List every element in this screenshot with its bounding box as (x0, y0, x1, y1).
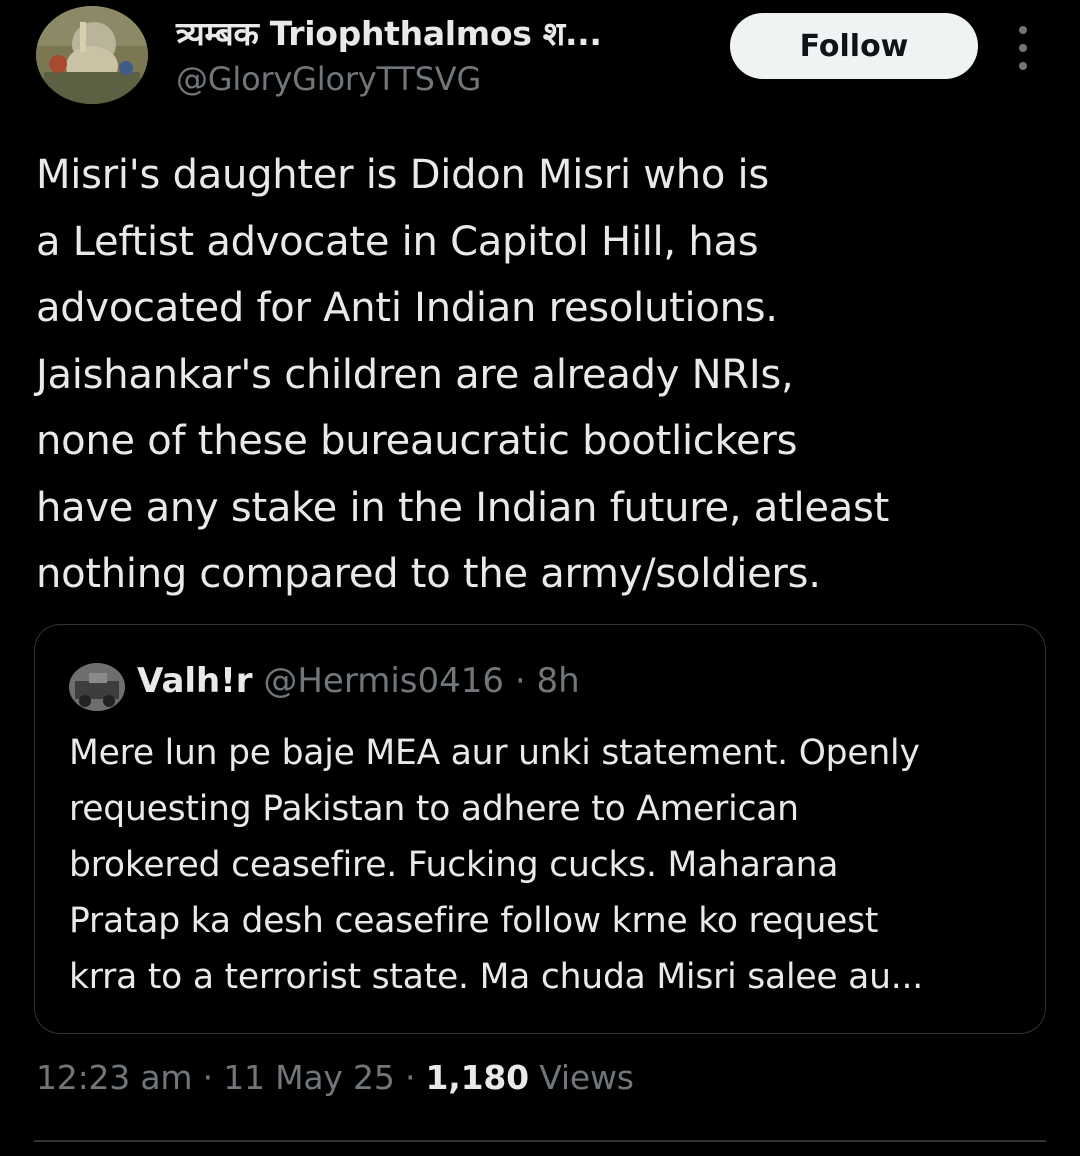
quoted-line: Pratap ka desh ceasefire follow krne ko … (69, 901, 879, 941)
author-handle[interactable]: @GloryGloryTTSVG (176, 60, 481, 98)
quoted-author-avatar (69, 663, 125, 711)
tweet-time[interactable]: 12:23 am (36, 1058, 193, 1097)
more-dot (1019, 62, 1027, 70)
more-dot (1019, 26, 1027, 34)
views-count: 1,180 (425, 1058, 530, 1097)
more-dot (1019, 44, 1027, 52)
quoted-tweet-header: Valh!r @Hermis0416 · 8h (137, 661, 580, 701)
avatar-painting-icon (36, 6, 148, 104)
tweet-header: त्र्यम्बक Triophthalmos श... @GloryGlory… (0, 0, 1080, 130)
tweet-line: Misri's daughter is Didon Misri who is (36, 152, 769, 198)
quoted-line: requesting Pakistan to adhere to America… (69, 789, 799, 829)
views-label: Views (539, 1058, 634, 1097)
meta-separator: · (202, 1058, 214, 1097)
more-vertical-icon[interactable] (1008, 26, 1038, 70)
quoted-line: brokered ceasefire. Fucking cucks. Mahar… (69, 845, 839, 885)
tweet-line: advocated for Anti Indian resolutions. (36, 285, 778, 331)
author-avatar[interactable] (36, 6, 148, 104)
tweet-line: a Leftist advocate in Capitol Hill, has (36, 218, 759, 265)
quoted-tweet-card[interactable]: Valh!r @Hermis0416 · 8h Mere lun pe baje… (34, 624, 1046, 1034)
quoted-author-name[interactable]: Valh!r (137, 661, 253, 701)
quoted-author-handle[interactable]: @Hermis0416 (263, 661, 504, 701)
quoted-timestamp[interactable]: 8h (536, 661, 579, 701)
bottom-divider (34, 1140, 1046, 1142)
tweet-line: none of these bureaucratic bootlickers (36, 418, 798, 464)
quoted-avatar-image-icon (69, 663, 125, 711)
quoted-tweet-body: Mere lun pe baje MEA aur unki statement.… (69, 725, 1029, 1005)
tweet-meta: 12:23 am · 11 May 25 · 1,180 Views (36, 1058, 634, 1097)
tweet-body: Misri's daughter is Didon Misri who is a… (36, 142, 1056, 608)
meta-separator: · (404, 1058, 416, 1097)
tweet-date[interactable]: 11 May 25 (223, 1058, 395, 1097)
quoted-line: krra to a terrorist state. Ma chuda Misr… (69, 957, 924, 997)
tweet-line: nothing compared to the army/soldiers. (36, 551, 821, 597)
tweet-line: have any stake in the Indian future, atl… (36, 484, 890, 531)
quoted-line: Mere lun pe baje MEA aur unki statement.… (69, 733, 920, 773)
author-display-name[interactable]: त्र्यम्बक Triophthalmos श... (176, 10, 602, 55)
follow-button[interactable]: Follow (730, 13, 978, 79)
quoted-separator: · (514, 661, 526, 701)
tweet-line: Jaishankar's children are already NRIs, (36, 351, 794, 398)
